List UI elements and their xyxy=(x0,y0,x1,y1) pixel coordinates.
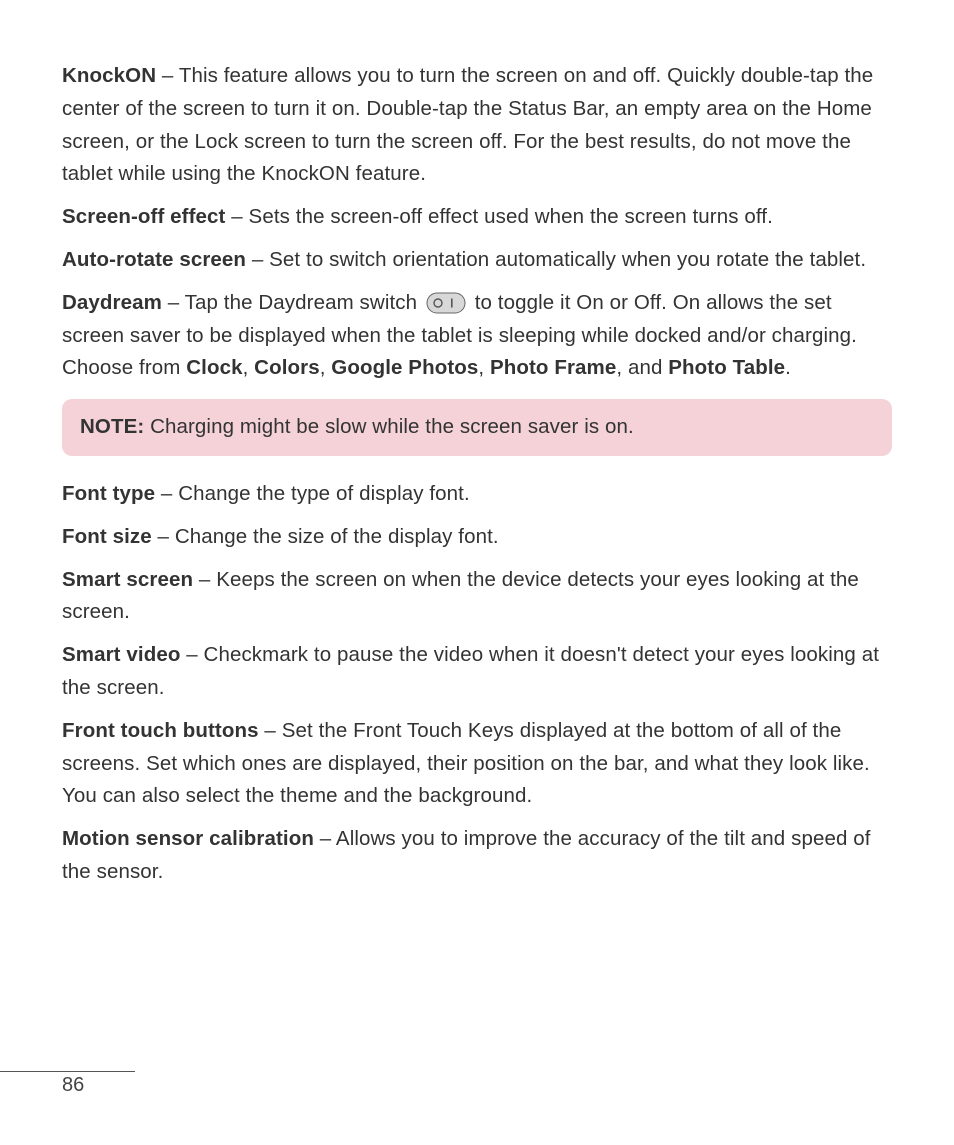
opt-colors: Colors xyxy=(254,356,320,379)
opt-clock: Clock xyxy=(186,356,242,379)
page-number: 86 xyxy=(0,1074,84,1096)
opt-photo-frame: Photo Frame xyxy=(490,356,616,379)
paragraph-fontsize: Font size – Change the size of the displ… xyxy=(62,521,892,554)
paragraph-smartscreen: Smart screen – Keeps the screen on when … xyxy=(62,564,892,630)
paragraph-screenoff: Screen-off effect – Sets the screen-off … xyxy=(62,201,892,234)
opt-google-photos: Google Photos xyxy=(331,356,478,379)
term-knockon: KnockON xyxy=(62,64,156,87)
term-fontsize: Font size xyxy=(62,525,152,548)
page-footer: 86 xyxy=(0,1071,200,1097)
paragraph-motion: Motion sensor calibration – Allows you t… xyxy=(62,823,892,889)
term-fonttype: Font type xyxy=(62,482,155,505)
text-autorotate: – Set to switch orientation automaticall… xyxy=(246,248,866,271)
paragraph-fonttype: Font type – Change the type of display f… xyxy=(62,478,892,511)
text-fonttype: – Change the type of display font. xyxy=(155,482,470,505)
toggle-switch-icon xyxy=(426,292,466,314)
term-smartvideo: Smart video xyxy=(62,643,180,666)
note-box: NOTE: Charging might be slow while the s… xyxy=(62,399,892,456)
note-text: Charging might be slow while the screen … xyxy=(144,415,634,438)
paragraph-smartvideo: Smart video – Checkmark to pause the vid… xyxy=(62,639,892,705)
text-daydream-pre: – Tap the Daydream switch xyxy=(162,291,423,314)
term-smartscreen: Smart screen xyxy=(62,568,193,591)
paragraph-fronttouch: Front touch buttons – Set the Front Touc… xyxy=(62,715,892,813)
opt-photo-table: Photo Table xyxy=(668,356,785,379)
term-autorotate: Auto-rotate screen xyxy=(62,248,246,271)
page-content: KnockON – This feature allows you to tur… xyxy=(0,0,954,889)
term-motion: Motion sensor calibration xyxy=(62,827,314,850)
paragraph-daydream: Daydream – Tap the Daydream switch to to… xyxy=(62,287,892,385)
paragraph-knockon: KnockON – This feature allows you to tur… xyxy=(62,60,892,191)
text-screenoff: – Sets the screen-off effect used when t… xyxy=(225,205,772,228)
text-fontsize: – Change the size of the display font. xyxy=(152,525,499,548)
term-screenoff: Screen-off effect xyxy=(62,205,225,228)
term-daydream: Daydream xyxy=(62,291,162,314)
note-label: NOTE: xyxy=(80,415,144,438)
text-knockon: – This feature allows you to turn the sc… xyxy=(62,64,873,185)
text-smartvideo: – Checkmark to pause the video when it d… xyxy=(62,643,879,699)
footer-rule xyxy=(0,1071,135,1072)
paragraph-autorotate: Auto-rotate screen – Set to switch orien… xyxy=(62,244,892,277)
term-fronttouch: Front touch buttons xyxy=(62,719,259,742)
